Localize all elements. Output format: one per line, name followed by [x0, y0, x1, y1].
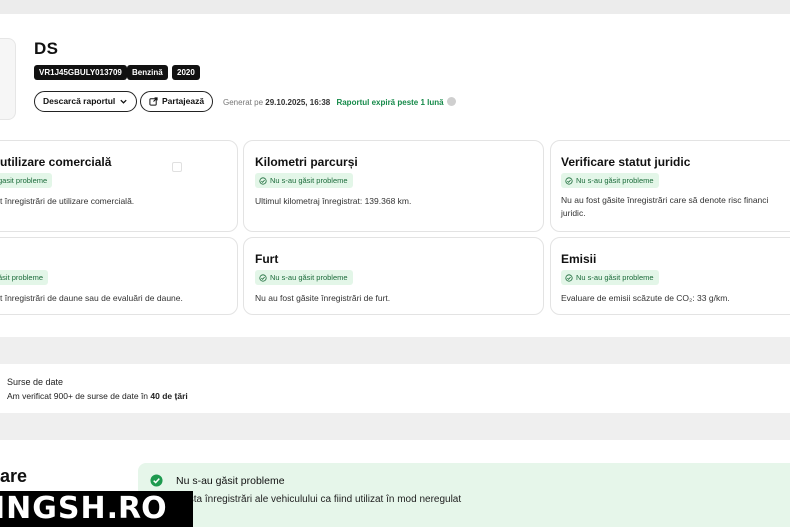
badge-label: Nu s-au găsit probleme — [576, 273, 654, 282]
card-text-line2: juridic. — [561, 208, 586, 218]
share-label: Partajează — [162, 96, 205, 106]
watermark-part2: .RO — [106, 491, 167, 527]
share-button[interactable]: Partajează — [140, 91, 214, 112]
watermark-part1: INGSH — [0, 491, 107, 526]
status-badge: Nu s-au găsit probleme — [561, 173, 659, 188]
badge-label: gasit probleme — [0, 176, 48, 185]
card-text: t înregistrări de utilizare comercială. — [0, 196, 135, 206]
card-title: Kilometri parcurși — [255, 155, 358, 169]
data-sources-prefix: Am verificat 900+ de surse de date în — [7, 391, 149, 401]
data-sources-section — [0, 364, 790, 413]
data-sources-countries: 40 de țări — [150, 391, 188, 401]
data-sources-title: Surse de date — [7, 377, 64, 387]
download-report-label: Descarcă raportul — [43, 96, 116, 106]
badge-label: Nu s-au găsit probleme — [270, 176, 348, 185]
chevron-down-icon — [120, 99, 127, 104]
check-circle-icon — [259, 273, 267, 282]
badge-label: Nu s-au găsit probleme — [576, 176, 654, 185]
fuel-tag: Benzină — [127, 65, 168, 80]
expiry-text: Raportul expiră peste 1 lună — [336, 98, 444, 107]
status-badge: ăsit probleme — [0, 270, 49, 285]
section-divider — [0, 413, 790, 440]
year-tag: 2020 — [172, 65, 200, 80]
card-title: Verificare statut juridic — [561, 155, 691, 169]
card-text: Nu au fost găsite înregistrări de furt. — [255, 293, 391, 303]
data-sources-text: Am verificat 900+ de surse de date în 40… — [7, 391, 188, 401]
card-title: Emisii — [561, 252, 597, 266]
generated-info: Generat pe 29.10.2025, 16:38 Raportul ex… — [223, 97, 456, 107]
top-band — [0, 0, 790, 14]
badge-label: Nu s-au găsit probleme — [270, 273, 348, 282]
result-title: Nu s-au găsit probleme — [176, 475, 285, 487]
status-badge: Nu s-au găsit probleme — [255, 173, 353, 188]
share-icon — [149, 97, 158, 106]
check-circle-icon — [150, 474, 163, 487]
card-text: Nu au fost găsite înregistrări care să d… — [561, 195, 769, 205]
card-title: utilizare comercială — [0, 155, 112, 169]
card-text: t înregistrări de daune sau de evaluări … — [0, 293, 183, 303]
watermark-logo: INGSH .RO — [0, 491, 193, 527]
card-text: Evaluare de emisii scăzute de CO₂: 33 g/… — [561, 293, 730, 303]
generated-prefix: Generat pe — [223, 98, 264, 107]
badge-label: ăsit probleme — [0, 273, 44, 282]
status-badge: Nu s-au găsit probleme — [561, 270, 659, 285]
vehicle-thumbnail — [0, 38, 16, 120]
vin-tag: VR1J45GBULY013709 — [34, 65, 127, 80]
placeholder-icon — [172, 162, 182, 172]
generated-date: 29.10.2025, 16:38 — [265, 98, 331, 107]
card-title: Furt — [255, 252, 279, 266]
section-divider — [0, 337, 790, 364]
status-badge: Nu s-au găsit probleme — [255, 270, 353, 285]
info-icon[interactable] — [446, 97, 456, 106]
download-report-button[interactable]: Descarcă raportul — [34, 91, 138, 112]
check-circle-icon — [259, 176, 267, 185]
result-text: exista înregistrări ale vehiculului ca f… — [176, 494, 462, 505]
page-title: DS — [34, 39, 59, 58]
status-badge: gasit probleme — [0, 173, 53, 188]
check-circle-icon — [565, 176, 573, 185]
card-text: Ultimul kilometraj înregistrat: 139.368 … — [255, 196, 412, 206]
section-heading: are — [0, 466, 28, 486]
check-circle-icon — [565, 273, 573, 282]
